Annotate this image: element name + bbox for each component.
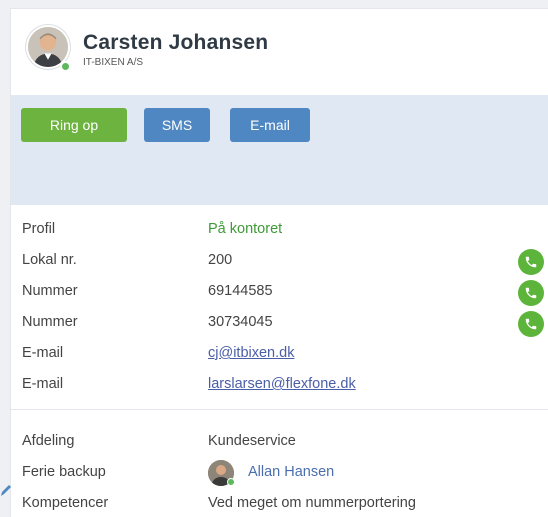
detail-row-local-number: Lokal nr. 200 [11, 246, 548, 277]
detail-row-email-1: E-mail cj@itbixen.dk [11, 339, 548, 370]
email-button[interactable]: E-mail [230, 108, 310, 142]
sms-button[interactable]: SMS [144, 108, 210, 142]
call-button[interactable]: Ring op [21, 108, 127, 142]
backup-person-link[interactable]: Allan Hansen [248, 464, 334, 480]
detail-label: E-mail [22, 376, 64, 392]
detail-label: Nummer [22, 283, 78, 299]
detail-row-number-1: Nummer 69144585 [11, 277, 548, 308]
contact-details: Profil På kontoret Lokal nr. 200 Nummer … [11, 215, 548, 401]
contact-header: Carsten Johansen IT-BIXEN A/S [11, 9, 548, 95]
presence-indicator [60, 61, 71, 72]
info-row-competence: Kompetencer Ved meget om nummerportering [11, 489, 548, 517]
local-number-value: 200 [208, 252, 233, 268]
email-link[interactable]: cj@itbixen.dk [208, 345, 294, 361]
call-local-number-icon[interactable] [518, 249, 544, 275]
edit-pencil-icon[interactable] [0, 483, 12, 497]
call-number-icon[interactable] [518, 280, 544, 306]
info-label: Ferie backup [22, 464, 106, 480]
detail-label: Profil [22, 221, 56, 237]
detail-label: Lokal nr. [22, 252, 77, 268]
number-value: 30734045 [208, 314, 273, 330]
number-value: 69144585 [208, 283, 273, 299]
info-label: Afdeling [22, 433, 75, 449]
profile-status: På kontoret [208, 221, 283, 237]
info-row-backup: Ferie backup Allan Hansen [11, 458, 548, 489]
department-value: Kundeservice [208, 433, 296, 449]
detail-row-profile: Profil På kontoret [11, 215, 548, 246]
competence-value: Ved meget om nummerportering [208, 495, 416, 511]
email-link[interactable]: larslarsen@flexfone.dk [208, 376, 356, 392]
contact-name: Carsten Johansen [83, 31, 269, 54]
action-bar: Ring op SMS E-mail [11, 95, 548, 205]
contact-company: IT-BIXEN A/S [83, 57, 144, 68]
info-label: Kompetencer [22, 495, 109, 511]
detail-row-number-2: Nummer 30734045 [11, 308, 548, 339]
detail-label: E-mail [22, 345, 64, 361]
info-row-department: Afdeling Kundeservice [11, 427, 548, 458]
detail-row-email-2: E-mail larslarsen@flexfone.dk [11, 370, 548, 401]
detail-label: Nummer [22, 314, 78, 330]
contact-card: Carsten Johansen IT-BIXEN A/S Ring op SM… [10, 8, 548, 517]
call-number-icon[interactable] [518, 311, 544, 337]
contact-info: Afdeling Kundeservice Ferie backup Allan… [11, 427, 548, 517]
backup-presence-indicator [227, 478, 235, 486]
section-divider [11, 409, 548, 410]
